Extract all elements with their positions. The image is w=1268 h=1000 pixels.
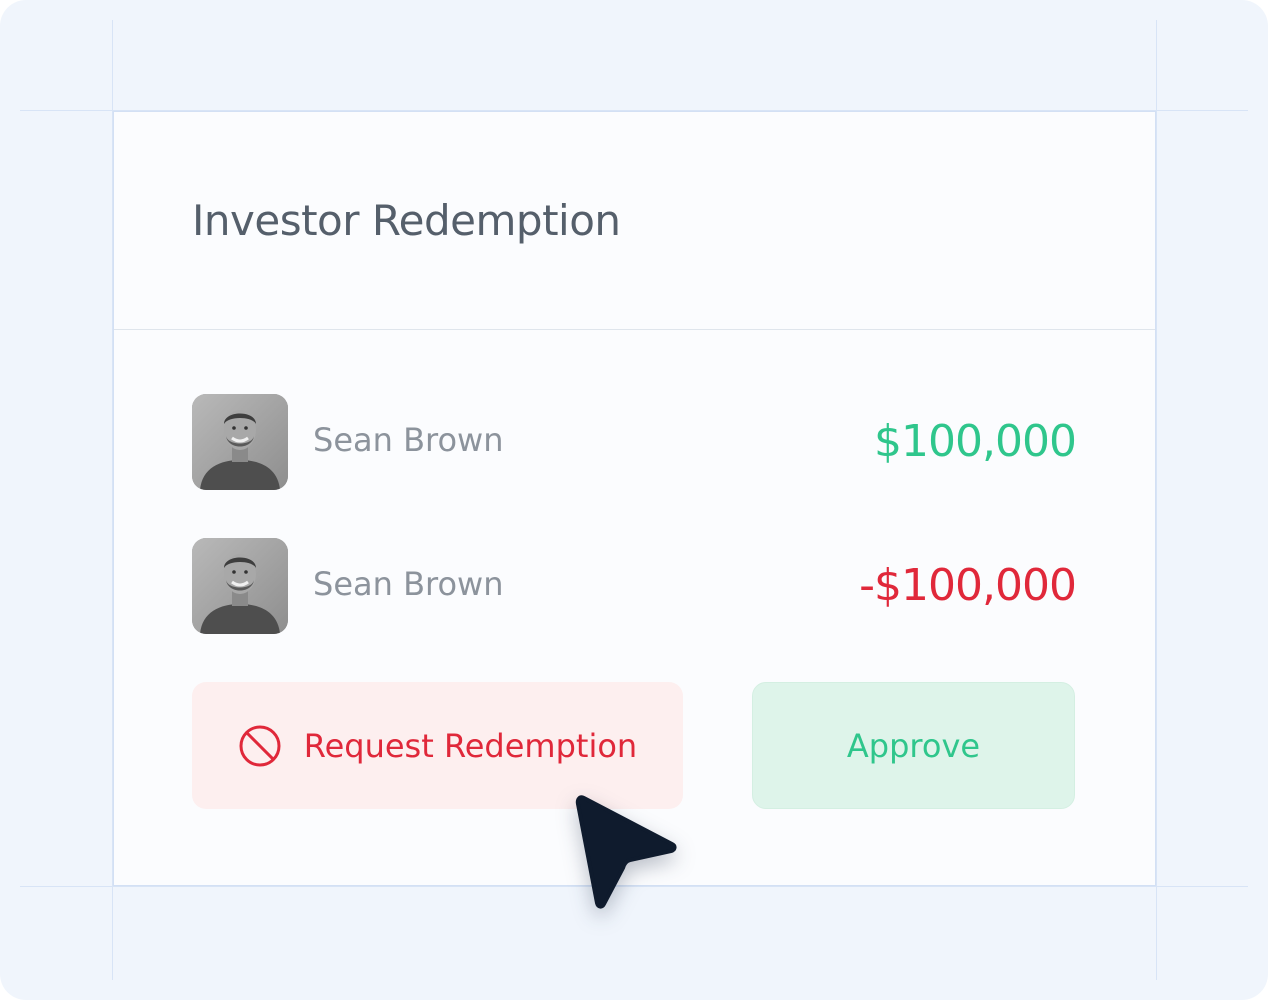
request-redemption-label: Request Redemption xyxy=(303,726,638,765)
investor-name: Sean Brown xyxy=(313,565,504,603)
investor-name: Sean Brown xyxy=(313,421,504,459)
approve-button[interactable]: Approve xyxy=(752,682,1075,809)
transaction-row: Sean Brown $100,000 xyxy=(192,394,1077,490)
avatar xyxy=(192,394,288,490)
amount-negative: -$100,000 xyxy=(859,560,1077,611)
ban-icon xyxy=(239,725,281,766)
transaction-row: Sean Brown -$100,000 xyxy=(192,538,1077,634)
guide-line-right xyxy=(1156,20,1157,980)
card-title: Investor Redemption xyxy=(192,196,621,245)
canvas-background: Investor Redemption Sean Brown $100,000 … xyxy=(0,0,1268,1000)
card-header: Investor Redemption xyxy=(114,112,1155,330)
amount-positive: $100,000 xyxy=(874,416,1077,467)
mouse-pointer-icon xyxy=(575,795,677,909)
approve-label: Approve xyxy=(846,726,981,765)
avatar xyxy=(192,538,288,634)
